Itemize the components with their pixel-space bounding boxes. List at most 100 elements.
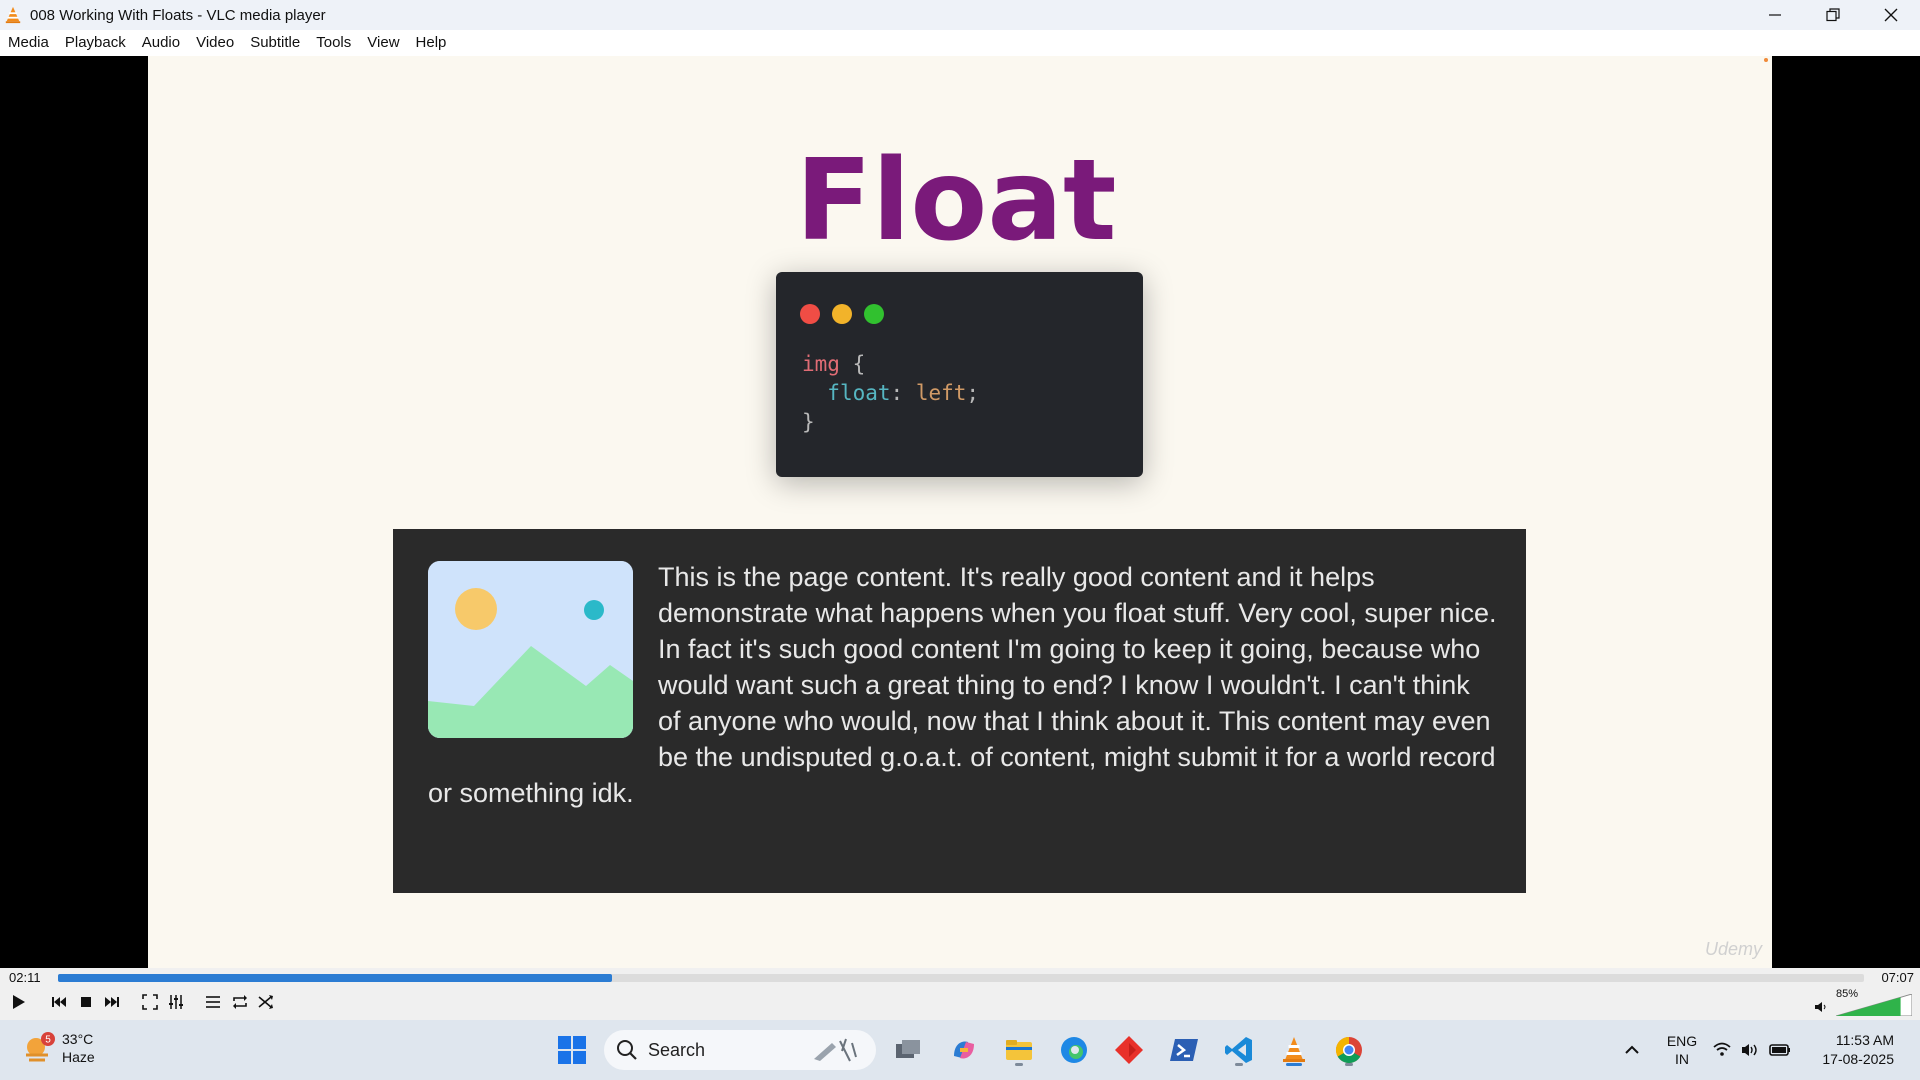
weather-badge: 5 [45, 1035, 51, 1046]
menu-help[interactable]: Help [416, 30, 447, 56]
quick-settings-button[interactable] [1708, 1030, 1806, 1070]
equalizer-icon [169, 995, 183, 1009]
search-highlight-icon [814, 1038, 857, 1062]
shuffle-icon [258, 995, 273, 1009]
restore-button[interactable] [1804, 0, 1862, 30]
previous-icon [52, 997, 66, 1007]
start-button[interactable] [552, 1030, 592, 1070]
restore-icon [1826, 8, 1840, 22]
git-app-button[interactable] [1109, 1030, 1149, 1070]
vscode-icon [1225, 1037, 1252, 1063]
loop-button[interactable] [228, 990, 252, 1014]
clock[interactable]: 11:53 AM 17-08-2025 [1822, 1031, 1894, 1069]
close-button[interactable] [1862, 0, 1920, 30]
wifi-icon [1713, 1042, 1731, 1056]
seek-bar[interactable] [58, 974, 1864, 982]
shuffle-button[interactable] [254, 990, 278, 1014]
copilot-button[interactable] [944, 1030, 984, 1070]
code-semicolon: ; [966, 381, 980, 405]
windows-start-icon [558, 1036, 586, 1064]
window-controls [1746, 0, 1920, 30]
window-title: 008 Working With Floats - VLC media play… [30, 6, 326, 24]
playlist-icon [206, 996, 220, 1008]
vlc-cone-icon [5, 6, 21, 24]
search-icon [617, 1040, 637, 1060]
show-hidden-icons-button[interactable] [1612, 1030, 1652, 1070]
volume-control[interactable]: 85% [1814, 988, 1914, 1016]
weather-temp: 33°C [62, 1031, 94, 1047]
open-indicator [1015, 1063, 1023, 1066]
active-indicator [1286, 1063, 1302, 1066]
powershell-button[interactable] [1164, 1030, 1204, 1070]
clock-date: 17-08-2025 [1822, 1051, 1894, 1067]
previous-button[interactable] [47, 990, 71, 1014]
menu-media[interactable]: Media [8, 30, 49, 56]
fullscreen-button[interactable] [138, 990, 162, 1014]
chevron-up-icon [1625, 1045, 1639, 1054]
code-close-brace: } [802, 410, 815, 434]
code-value: left [915, 381, 967, 405]
task-view-icon [896, 1040, 920, 1058]
stop-icon [81, 997, 91, 1007]
slide-title-text: Float [795, 136, 1117, 266]
weather-text: 33°C Haze [62, 1030, 95, 1066]
extended-settings-button[interactable] [164, 990, 188, 1014]
vlc-cone-icon [1283, 1037, 1305, 1062]
system-tray-icons [1713, 1042, 1790, 1056]
slide-title: Float [148, 136, 1772, 266]
video-area[interactable]: Float img { float: left; } This is the p… [0, 56, 1920, 968]
menu-view[interactable]: View [367, 30, 399, 56]
menu-bar: Media Playback Audio Video Subtitle Tool… [0, 30, 1920, 56]
float-demo-text: This is the page content. It's really go… [428, 559, 1498, 811]
edge-browser-icon [1061, 1037, 1087, 1063]
open-indicator [1345, 1063, 1353, 1066]
powershell-icon [1170, 1039, 1198, 1061]
minimize-button[interactable] [1746, 0, 1804, 30]
red-dot-icon [800, 304, 820, 324]
menu-audio[interactable]: Audio [142, 30, 180, 56]
weather-desc: Haze [62, 1049, 95, 1065]
minimize-icon [1769, 14, 1781, 16]
next-button[interactable] [100, 990, 124, 1014]
green-dot-icon [864, 304, 884, 324]
search-label: Search [648, 1039, 706, 1060]
float-demo-box: This is the page content. It's really go… [393, 529, 1526, 893]
video-frame: Float img { float: left; } This is the p… [148, 56, 1772, 968]
playlist-button[interactable] [201, 990, 225, 1014]
stop-button[interactable] [74, 990, 98, 1014]
vlc-taskbar-button[interactable] [1274, 1030, 1314, 1070]
volume-slider[interactable] [1836, 994, 1912, 1016]
fullscreen-icon [142, 994, 158, 1010]
total-time: 07:07 [1881, 970, 1914, 985]
title-bar: 008 Working With Floats - VLC media play… [0, 0, 1920, 30]
code-card: img { float: left; } [776, 272, 1143, 477]
play-button[interactable] [6, 990, 30, 1014]
code-colon: : [890, 381, 916, 405]
menu-tools[interactable]: Tools [316, 30, 351, 56]
file-explorer-button[interactable] [999, 1030, 1039, 1070]
vscode-button[interactable] [1219, 1030, 1259, 1070]
chrome-button[interactable] [1329, 1030, 1369, 1070]
seek-progress [58, 974, 613, 982]
weather-widget[interactable]: 5 33°C Haze [22, 1030, 95, 1066]
udemy-watermark: Udemy [1704, 939, 1762, 959]
menu-subtitle[interactable]: Subtitle [250, 30, 300, 56]
menu-video[interactable]: Video [196, 30, 234, 56]
chrome-icon [1335, 1036, 1362, 1064]
menu-playback[interactable]: Playback [65, 30, 126, 56]
float-spacer [428, 559, 658, 741]
edge-button[interactable] [1054, 1030, 1094, 1070]
weather-haze-icon: 5 [26, 1032, 55, 1062]
language-code: ENG [1666, 1033, 1698, 1049]
task-view-button[interactable] [888, 1030, 928, 1070]
speaker-icon [1815, 1002, 1826, 1012]
taskbar-search[interactable]: Search [604, 1030, 876, 1070]
play-icon [13, 995, 25, 1009]
code-selector: img [802, 352, 840, 376]
open-indicator [1235, 1063, 1243, 1066]
language-indicator[interactable]: ENG IN [1664, 1032, 1700, 1068]
loop-icon [233, 995, 247, 1009]
frame-marker [1764, 58, 1768, 62]
copilot-icon [954, 1041, 974, 1059]
code-open-brace: { [839, 352, 866, 376]
